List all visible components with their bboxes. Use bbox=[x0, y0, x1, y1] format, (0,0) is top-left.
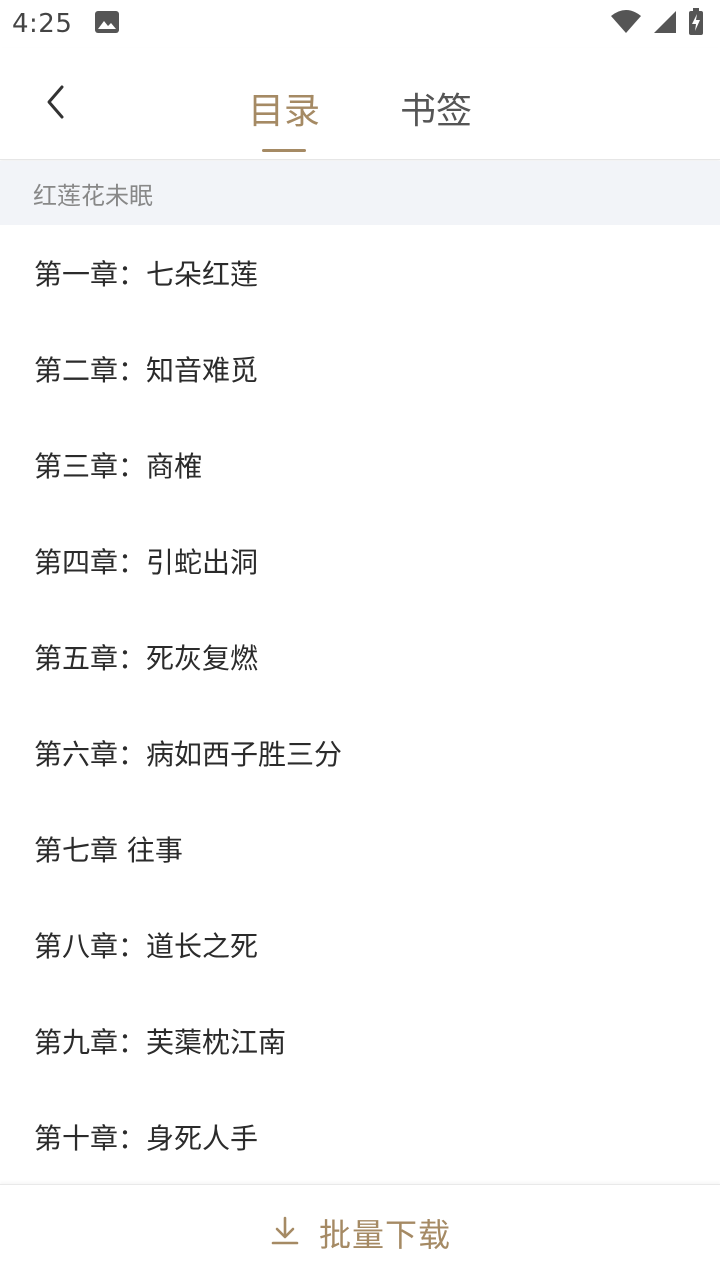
chapter-item[interactable]: 第八章：道长之死 bbox=[0, 897, 720, 993]
chapter-title: 第九章：芙蕖枕江南 bbox=[34, 1026, 287, 1059]
download-icon bbox=[269, 1215, 301, 1251]
chapter-item[interactable]: 第五章：死灰复燃 bbox=[0, 609, 720, 705]
chapter-item[interactable]: 第三章：商榷 bbox=[0, 417, 720, 513]
status-left: 4:25 bbox=[12, 9, 120, 39]
chapter-item[interactable]: 第四章：引蛇出洞 bbox=[0, 513, 720, 609]
chapter-catalog-screen: 4:25 目录 书签 红莲花未眠 第一章：七朵红莲 第二章：知音难觅 第三章：商… bbox=[0, 0, 720, 1280]
tab-bar: 目录 书签 bbox=[232, 48, 472, 160]
chapter-title: 第五章：死灰复燃 bbox=[34, 642, 259, 675]
chevron-left-icon bbox=[44, 84, 68, 124]
image-notification-icon bbox=[94, 10, 120, 38]
chapter-title: 第二章：知音难觅 bbox=[34, 354, 259, 387]
chapter-title: 第七章 往事 bbox=[34, 834, 183, 867]
batch-download-label: 批量下载 bbox=[318, 1215, 451, 1254]
chapter-title: 第一章：七朵红莲 bbox=[34, 258, 259, 291]
chapter-title: 第四章：引蛇出洞 bbox=[34, 546, 259, 579]
status-right bbox=[610, 8, 704, 40]
tab-catalog-label: 目录 bbox=[248, 91, 321, 132]
top-navigation: 目录 书签 bbox=[0, 48, 720, 160]
status-bar: 4:25 bbox=[0, 0, 720, 48]
wifi-icon bbox=[610, 9, 642, 39]
active-tab-indicator bbox=[262, 149, 306, 152]
chapter-item[interactable]: 第十章：身死人手 bbox=[0, 1089, 720, 1185]
tab-bookmarks-label: 书签 bbox=[400, 91, 473, 132]
tab-catalog[interactable]: 目录 bbox=[248, 48, 352, 160]
chapter-title: 第十章：身死人手 bbox=[34, 1122, 259, 1155]
batch-download-button[interactable]: 批量下载 bbox=[269, 1210, 451, 1256]
battery-charging-icon bbox=[688, 8, 704, 40]
book-title: 红莲花未眠 bbox=[33, 181, 153, 210]
bottom-action-bar: 批量下载 bbox=[0, 1184, 720, 1280]
chapter-item[interactable]: 第九章：芙蕖枕江南 bbox=[0, 993, 720, 1089]
chapter-item[interactable]: 第七章 往事 bbox=[0, 801, 720, 897]
chapter-title: 第八章：道长之死 bbox=[34, 930, 259, 963]
chapter-title: 第三章：商榷 bbox=[34, 450, 203, 483]
chapter-list: 第一章：七朵红莲 第二章：知音难觅 第三章：商榷 第四章：引蛇出洞 第五章：死灰… bbox=[0, 225, 720, 1185]
chapter-title: 第六章：病如西子胜三分 bbox=[34, 738, 343, 771]
chapter-item[interactable]: 第一章：七朵红莲 bbox=[0, 225, 720, 321]
chapter-item[interactable]: 第六章：病如西子胜三分 bbox=[0, 705, 720, 801]
status-time: 4:25 bbox=[12, 9, 73, 39]
chapter-item[interactable]: 第二章：知音难觅 bbox=[0, 321, 720, 417]
cell-signal-icon bbox=[652, 9, 678, 39]
tab-bookmarks[interactable]: 书签 bbox=[400, 48, 472, 160]
back-button[interactable] bbox=[30, 78, 82, 130]
book-title-section: 红莲花未眠 bbox=[0, 161, 720, 225]
